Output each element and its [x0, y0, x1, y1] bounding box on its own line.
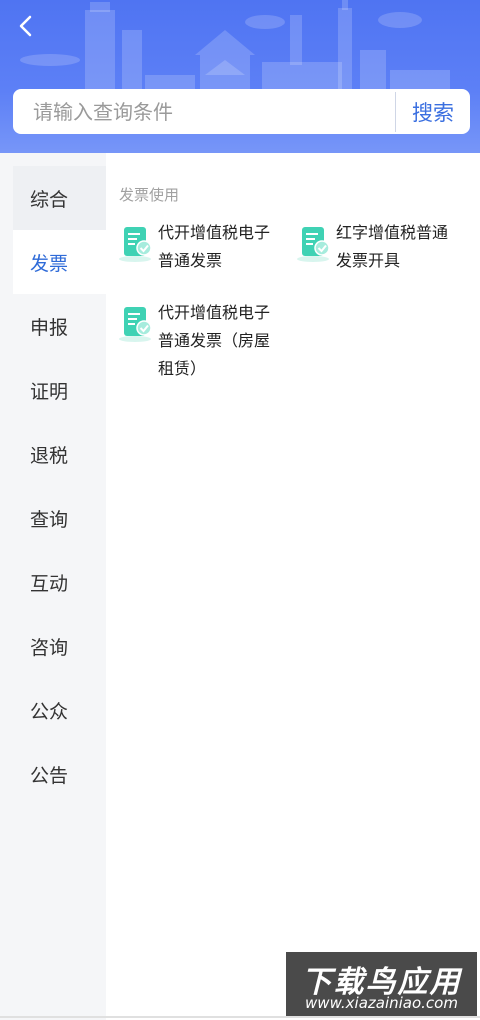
sidebar-item-label: 退税 — [30, 444, 69, 467]
entry-label-line: 租赁） — [158, 359, 207, 378]
invoice-check-icon — [297, 227, 330, 262]
section-title: 发票使用 — [119, 186, 180, 204]
sidebar-item-label: 证明 — [30, 380, 69, 403]
site-watermark: 下载鸟应用 www.xiazainiao.com — [286, 952, 477, 1018]
sidebar-item-label: 查询 — [30, 508, 69, 531]
entry-red-invoice[interactable]: 红字增值税普通 发票开具 — [296, 219, 448, 275]
entry-label-line: 红字增值税普通 — [336, 223, 449, 242]
search-bar: 搜索 — [13, 89, 470, 134]
sidebar-item-label: 综合 — [30, 188, 69, 211]
sidebar-item-interaction[interactable]: 互动 — [13, 550, 106, 614]
sidebar-item-certificate[interactable]: 证明 — [13, 358, 106, 422]
city-skyline-illustration — [20, 0, 450, 100]
sidebar-item-consult[interactable]: 咨询 — [13, 614, 106, 678]
sidebar-item-label: 公众 — [30, 700, 69, 723]
bottom-edge — [0, 1016, 480, 1018]
sidebar-item-notice[interactable]: 公告 — [13, 742, 106, 806]
entry-label: 代开增值税电子 普通发票（房屋 租赁） — [158, 299, 270, 383]
search-button[interactable]: 搜索 — [396, 89, 470, 134]
sidebar-item-label: 发票 — [30, 252, 69, 275]
entry-label: 红字增值税普通 发票开具 — [336, 219, 448, 275]
watermark-url: www.xiazainiao.com — [305, 994, 458, 1012]
header-banner: 搜索 — [0, 0, 480, 153]
sidebar-item-label: 公告 — [30, 764, 69, 787]
search-input[interactable] — [13, 89, 395, 134]
entry-issue-e-invoice-rental[interactable]: 代开增值税电子 普通发票（房屋 租赁） — [118, 299, 270, 383]
content-panel: 发票使用 代开增值税电子 普通发票 红字增值税普通 发票开具 代开增值税电子 普… — [106, 153, 480, 1020]
sidebar-item-label: 互动 — [30, 572, 69, 595]
invoice-check-icon — [119, 227, 152, 262]
invoice-check-icon — [119, 307, 152, 342]
sidebar-item-tax-refund[interactable]: 退税 — [13, 422, 106, 486]
entry-issue-e-invoice[interactable]: 代开增值税电子 普通发票 — [118, 219, 270, 275]
entry-label-line: 普通发票（房屋 — [158, 331, 271, 350]
sidebar-item-invoice[interactable]: 发票 — [13, 230, 106, 294]
entry-label-line: 发票开具 — [336, 251, 401, 270]
chevron-left-icon — [19, 15, 32, 37]
back-button[interactable] — [8, 8, 44, 44]
entry-label-line: 普通发票 — [158, 251, 223, 270]
sidebar-item-general[interactable]: 综合 — [13, 166, 106, 230]
sidebar-item-declaration[interactable]: 申报 — [13, 294, 106, 358]
category-sidebar: 综合 发票 申报 证明 退税 查询 互动 咨询 公众 公告 — [0, 153, 106, 1020]
entry-label-line: 代开增值税电子 — [158, 223, 271, 242]
entry-label-line: 代开增值税电子 — [158, 303, 271, 322]
sidebar-item-label: 咨询 — [30, 636, 69, 659]
sidebar-item-public[interactable]: 公众 — [13, 678, 106, 742]
entry-label: 代开增值税电子 普通发票 — [158, 219, 270, 275]
sidebar-item-query[interactable]: 查询 — [13, 486, 106, 550]
sidebar-item-label: 申报 — [30, 316, 69, 339]
